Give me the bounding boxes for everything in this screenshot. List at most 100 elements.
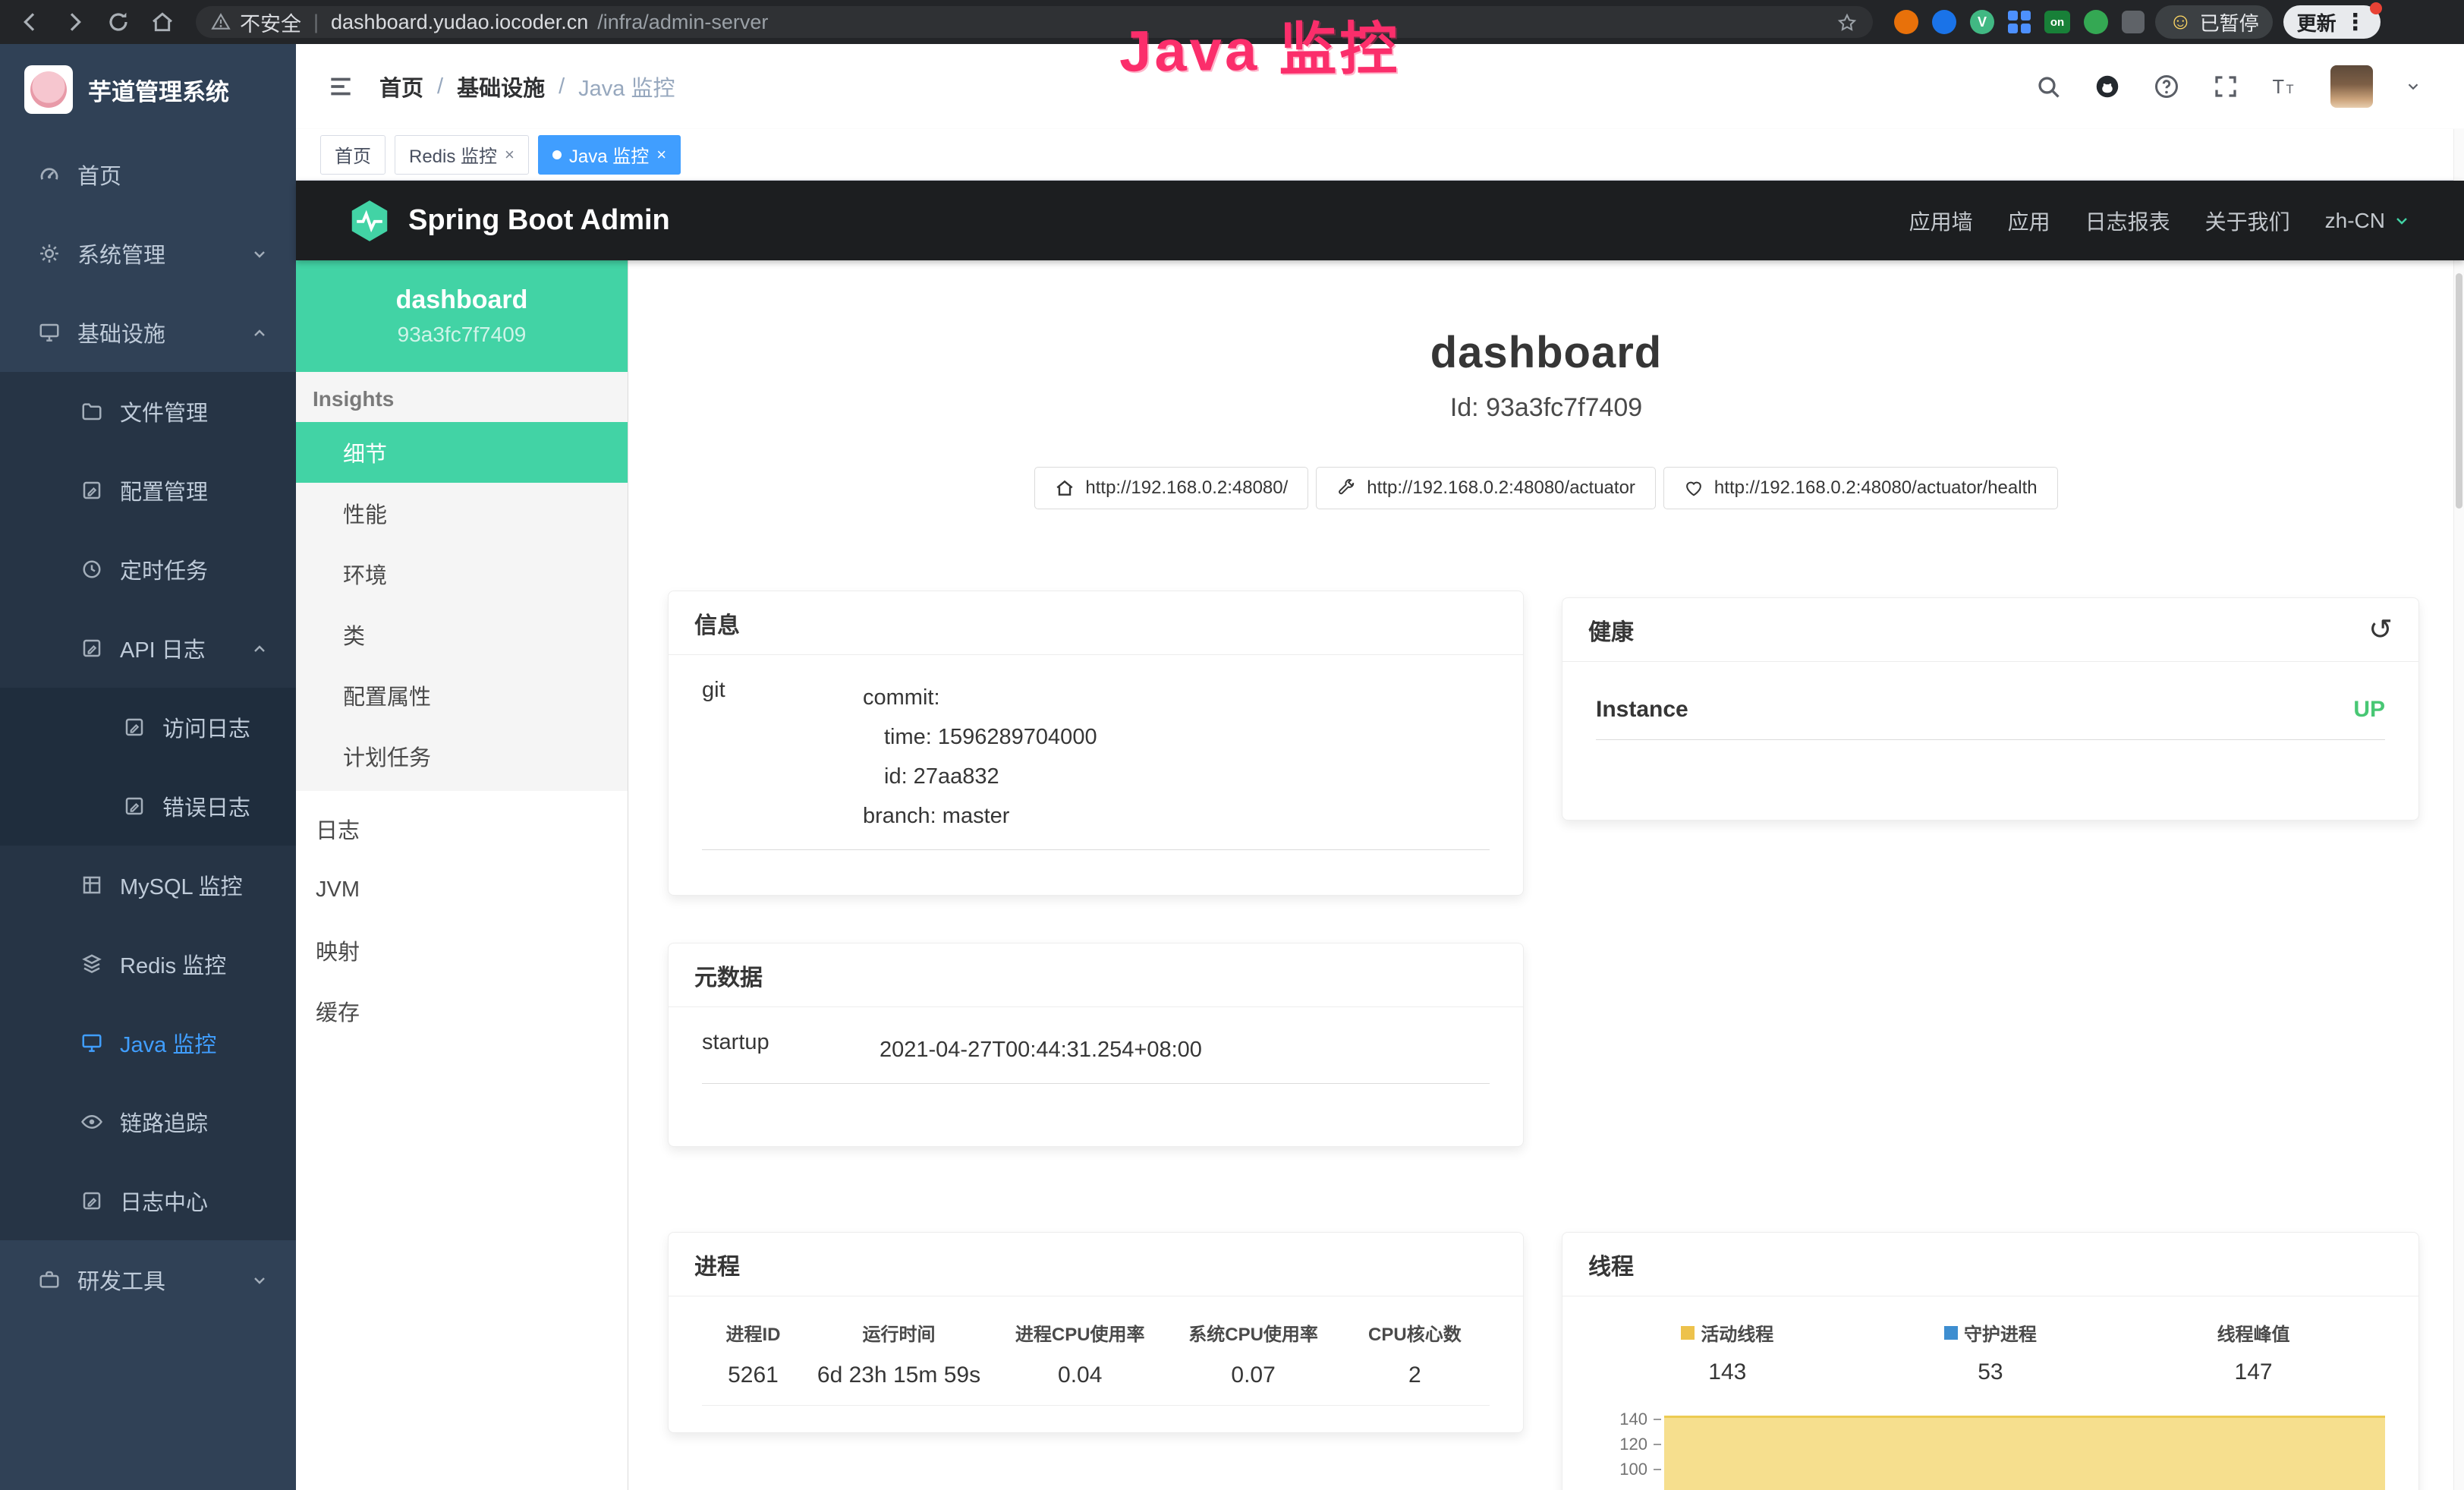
process-table-values: 5261 6d 23h 15m 59s 0.04 0.07 2 xyxy=(702,1362,1490,1406)
system-cpu-value: 0.07 xyxy=(1166,1362,1339,1388)
close-icon[interactable]: × xyxy=(505,145,515,165)
avatar-caret-down-icon[interactable] xyxy=(2405,78,2422,95)
sba-locale-select[interactable]: zh-CN xyxy=(2325,209,2411,233)
user-avatar[interactable] xyxy=(2330,65,2373,108)
sba-nav-caches[interactable]: 缓存 xyxy=(296,981,628,1041)
sidebar-item-tracing[interactable]: 链路追踪 xyxy=(0,1082,296,1161)
font-size-icon[interactable] xyxy=(2271,73,2299,100)
sidebar-item-dev-tools[interactable]: 研发工具 xyxy=(0,1240,296,1319)
fullscreen-icon[interactable] xyxy=(2212,73,2239,100)
sidebar-item-error-logs[interactable]: 错误日志 xyxy=(0,767,296,846)
sidebar-item-scheduled-tasks[interactable]: 定时任务 xyxy=(0,530,296,609)
sba-sidebar: dashboard 93a3fc7f7409 Insights 细节 性能 环境… xyxy=(296,260,628,1490)
sba-nav-performance[interactable]: 性能 xyxy=(296,483,628,543)
uptime-value: 6d 23h 15m 59s xyxy=(804,1362,993,1388)
sba-nav-environment[interactable]: 环境 xyxy=(296,543,628,604)
extension-on-badge[interactable]: on xyxy=(2044,11,2070,33)
history-icon[interactable]: ↺ xyxy=(2368,616,2393,644)
sidebar-item-infrastructure[interactable]: 基础设施 xyxy=(0,293,296,372)
sba-nav: 应用墙 应用 日志报表 关于我们 zh-CN xyxy=(1909,206,2411,236)
address-bar[interactable]: 不安全 | dashboard.yudao.iocoder.cn/infra/a… xyxy=(196,6,1873,38)
instance-home-link[interactable]: http://192.168.0.2:48080/ xyxy=(1034,467,1308,509)
threads-legend: 活动线程 143 守护进程 53 线程峰值 147 xyxy=(1596,1319,2385,1385)
extension-drop-icon[interactable] xyxy=(1932,10,1956,34)
sidebar-item-redis-monitor[interactable]: Redis 监控 xyxy=(0,925,296,1003)
sba-nav-details[interactable]: 细节 xyxy=(296,422,628,483)
legend-swatch-daemon-threads xyxy=(1944,1326,1958,1340)
sidebar-item-api-logs[interactable]: API 日志 xyxy=(0,609,296,688)
process-cpu-value: 0.04 xyxy=(993,1362,1166,1388)
sba-nav-about[interactable]: 关于我们 xyxy=(2205,206,2290,236)
sidebar-item-system-management[interactable]: 系统管理 xyxy=(0,214,296,293)
chevron-up-icon xyxy=(250,320,269,345)
tab-java-monitor[interactable]: Java 监控× xyxy=(538,135,681,175)
legend-swatch-active-threads xyxy=(1681,1326,1695,1340)
process-card-title: 进程 xyxy=(694,1248,740,1281)
process-card: 进程 进程ID 运行时间 进程CPU使用率 系统CPU使用率 CPU核心数 52… xyxy=(668,1232,1524,1433)
instance-health-link[interactable]: http://192.168.0.2:48080/actuator/health xyxy=(1663,467,2058,509)
active-threads-value: 143 xyxy=(1596,1359,1859,1385)
extension-vue-icon[interactable]: V xyxy=(1970,10,1994,34)
sidebar-item-file-management[interactable]: 文件管理 xyxy=(0,372,296,451)
search-icon[interactable] xyxy=(2034,73,2062,100)
sba-nav-mappings[interactable]: 映射 xyxy=(296,920,628,981)
hamburger-icon[interactable] xyxy=(316,72,366,101)
browser-update-button[interactable]: 更新 ⋮ xyxy=(2283,5,2381,39)
scrollbar-thumb[interactable] xyxy=(2456,273,2462,509)
extension-leaf-icon[interactable] xyxy=(2084,10,2108,34)
sba-nav-wallboard[interactable]: 应用墙 xyxy=(1909,206,1973,236)
sidebar-item-home[interactable]: 首页 xyxy=(0,135,296,214)
page-scrollbar[interactable] xyxy=(2453,129,2464,1490)
app-logo xyxy=(24,65,73,114)
sidebar-item-mysql-monitor[interactable]: MySQL 监控 xyxy=(0,846,296,925)
breadcrumb-infrastructure[interactable]: 基础设施 xyxy=(457,71,545,102)
tab-redis-monitor[interactable]: Redis 监控× xyxy=(395,135,529,175)
instance-actuator-link[interactable]: http://192.168.0.2:48080/actuator xyxy=(1316,467,1656,509)
browser-extensions: V on xyxy=(1894,10,2145,34)
health-card: 健康 ↺ Instance UP xyxy=(1562,597,2419,821)
extension-fox-icon[interactable] xyxy=(1894,10,1918,34)
sba-brand-title[interactable]: Spring Boot Admin xyxy=(408,204,670,237)
sba-nav-applications[interactable]: 应用 xyxy=(2008,206,2050,236)
sidebar-item-java-monitor[interactable]: Java 监控 xyxy=(0,1003,296,1082)
extension-grid-icon[interactable] xyxy=(2008,11,2031,33)
spring-boot-admin-frame: Spring Boot Admin 应用墙 应用 日志报表 关于我们 zh-CN… xyxy=(296,181,2464,1490)
spring-boot-admin-logo[interactable] xyxy=(346,197,393,244)
breadcrumb-current: Java 监控 xyxy=(578,71,675,102)
close-icon[interactable]: × xyxy=(656,145,666,165)
chevron-down-icon xyxy=(250,1268,269,1293)
sba-nav-config-properties[interactable]: 配置属性 xyxy=(296,665,628,726)
info-label: git xyxy=(702,678,863,836)
browser-reload-button[interactable] xyxy=(102,5,135,39)
browser-back-button[interactable] xyxy=(14,5,47,39)
browser-forward-button[interactable] xyxy=(58,5,91,39)
help-icon[interactable] xyxy=(2153,73,2180,100)
breadcrumb-home[interactable]: 首页 xyxy=(379,71,423,102)
info-card-title: 信息 xyxy=(694,606,740,640)
github-icon[interactable] xyxy=(2094,73,2121,100)
tab-home[interactable]: 首页 xyxy=(320,135,385,175)
sba-nav-scheduled-tasks[interactable]: 计划任务 xyxy=(296,726,628,786)
sba-nav-journal[interactable]: 日志报表 xyxy=(2085,206,2170,236)
cpu-cores-value: 2 xyxy=(1340,1362,1490,1388)
app-title: 芋道管理系统 xyxy=(88,73,229,107)
app-logo-row[interactable]: 芋道管理系统 xyxy=(0,44,296,135)
sba-instance-header[interactable]: dashboard 93a3fc7f7409 xyxy=(296,260,628,372)
update-menu-dots-icon: ⋮ xyxy=(2344,9,2367,36)
bookmark-star-icon[interactable] xyxy=(1836,11,1858,34)
sba-nav-classes[interactable]: 类 xyxy=(296,604,628,665)
sba-nav-logs[interactable]: 日志 xyxy=(296,799,628,859)
instance-links: http://192.168.0.2:48080/ http://192.168… xyxy=(628,467,2464,509)
sidebar-item-access-logs[interactable]: 访问日志 xyxy=(0,688,296,767)
wrench-icon xyxy=(1336,478,1356,498)
profile-paused-badge[interactable]: ☺ 已暂停 xyxy=(2155,5,2273,39)
sidebar-item-log-center[interactable]: 日志中心 xyxy=(0,1161,296,1240)
browser-home-button[interactable] xyxy=(146,5,179,39)
extension-puzzle-icon[interactable] xyxy=(2122,11,2145,33)
sba-nav-jvm[interactable]: JVM xyxy=(296,859,628,920)
url-path: /infra/admin-server xyxy=(597,11,768,34)
info-card: 信息 git commit: time: 1596289704000 id: 2… xyxy=(668,591,1524,896)
sidebar-item-config-management[interactable]: 配置管理 xyxy=(0,451,296,530)
annotation-java-monitor: Java 监控 xyxy=(1119,2,1401,87)
app-menu: 首页 系统管理 基础设施 文件管理 配置管理 定时任务 API 日志 访问日志 … xyxy=(0,135,296,1319)
